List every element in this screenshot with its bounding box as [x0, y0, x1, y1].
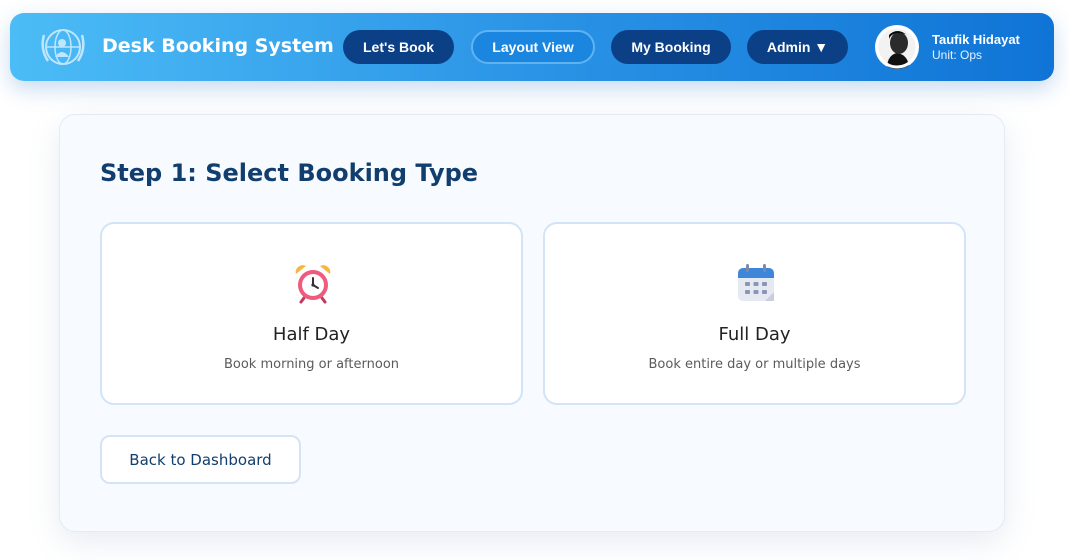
user-name: Taufik Hidayat [932, 32, 1020, 47]
page-title: Step 1: Select Booking Type [100, 159, 479, 187]
layout-view-button[interactable]: Layout View [471, 30, 595, 64]
option-description: Book morning or afternoon [223, 357, 400, 372]
top-navbar: Desk Booking System Let's Book Layout Vi… [10, 13, 1054, 81]
app-title: Desk Booking System [102, 35, 334, 57]
user-photo-icon [875, 25, 919, 69]
user-avatar[interactable] [875, 25, 919, 69]
alarm-clock-icon [295, 265, 331, 304]
user-unit: Unit: Ops [932, 48, 983, 62]
option-title: Half Day [272, 324, 351, 345]
lets-book-button[interactable]: Let's Book [343, 30, 454, 64]
option-title: Full Day [718, 324, 791, 345]
option-description: Book entire day or multiple days [648, 357, 861, 372]
my-booking-button[interactable]: My Booking [611, 30, 731, 64]
full-day-option[interactable]: Full Day Book entire day or multiple day… [543, 222, 966, 405]
organization-logo-icon [41, 29, 85, 65]
back-to-dashboard-button[interactable]: Back to Dashboard [100, 435, 301, 484]
calendar-icon [738, 264, 774, 301]
half-day-option[interactable]: Half Day Book morning or afternoon [100, 222, 523, 405]
booking-type-card: Step 1: Select Booking Type Half Day Boo… [59, 114, 1005, 532]
admin-dropdown-button[interactable]: Admin ▼ [747, 30, 848, 64]
